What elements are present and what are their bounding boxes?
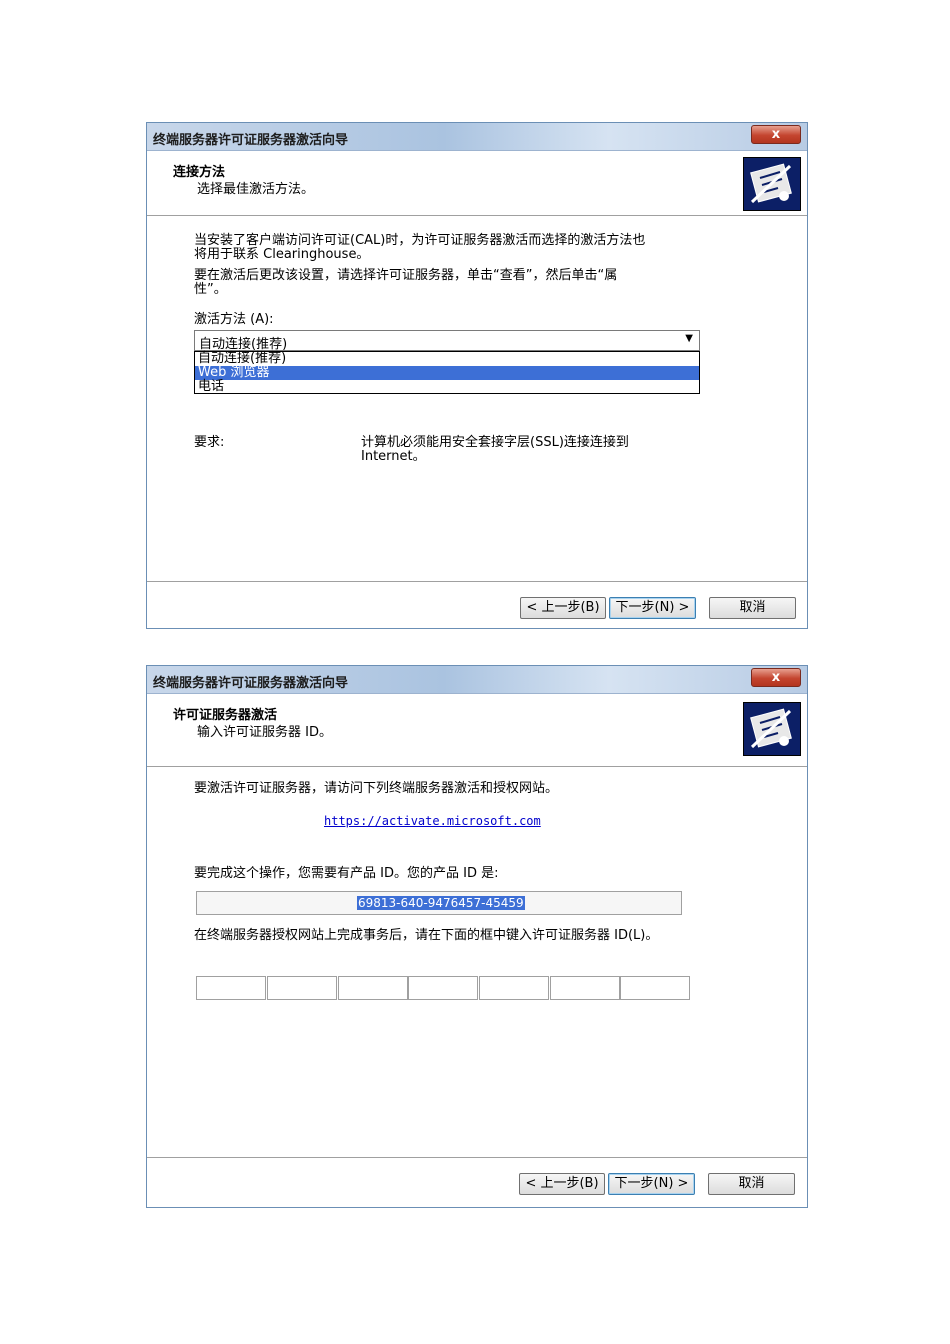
dropdown-arrow-icon[interactable]: ▼	[685, 333, 693, 344]
close-icon: x	[771, 670, 781, 685]
wizard-header: 连接方法 选择最佳激活方法。	[147, 151, 807, 216]
page-subtitle: 选择最佳激活方法。	[197, 182, 315, 197]
close-button[interactable]: x	[751, 125, 801, 144]
certificate-wizard-icon	[743, 702, 801, 756]
server-id-input-7[interactable]	[620, 976, 690, 1000]
option-auto-connect[interactable]: 自动连接(推荐)	[195, 352, 699, 366]
server-id-prompt: 在终端服务器授权网站上完成事务后，请在下面的框中键入许可证服务器 ID(L)。	[194, 928, 659, 943]
certificate-wizard-icon	[743, 157, 801, 211]
activation-url-link[interactable]: https://activate.microsoft.com	[324, 814, 541, 828]
activation-method-select[interactable]: 自动连接(推荐) ▼	[194, 330, 700, 352]
window-title: 终端服务器许可证服务器激活向导	[153, 676, 349, 691]
requirement-text-line1: 计算机必须能用安全套接字层(SSL)连接连接到	[361, 435, 629, 450]
window-title: 终端服务器许可证服务器激活向导	[153, 133, 349, 148]
footer-divider	[147, 1157, 807, 1158]
cal-info-line1: 当安装了客户端访问许可证(CAL)时，为许可证服务器激活而选择的激活方法也	[194, 233, 646, 248]
requirement-text-line2: Internet。	[361, 449, 426, 464]
cancel-button[interactable]: 取消	[708, 1173, 795, 1195]
server-id-input-3[interactable]	[338, 976, 408, 1000]
back-button[interactable]: < 上一步(B)	[519, 1173, 605, 1195]
visit-site-instruction: 要激活许可证服务器，请访问下列终端服务器激活和授权网站。	[194, 781, 559, 796]
title-bar[interactable]: 终端服务器许可证服务器激活向导 x	[147, 666, 807, 694]
next-button[interactable]: 下一步(N) >	[609, 597, 696, 619]
wizard-header: 许可证服务器激活 输入许可证服务器 ID。	[147, 694, 807, 767]
server-id-input-6[interactable]	[550, 976, 620, 1000]
server-id-input-4[interactable]	[408, 976, 478, 1000]
product-id-field[interactable]: 69813-640-9476457-45459	[196, 891, 682, 915]
page-subtitle: 输入许可证服务器 ID。	[197, 725, 332, 740]
change-setting-line2: 性”。	[194, 282, 227, 297]
product-id-prompt: 要完成这个操作，您需要有产品 ID。您的产品 ID 是:	[194, 866, 499, 881]
server-id-input-1[interactable]	[196, 976, 266, 1000]
back-button[interactable]: < 上一步(B)	[520, 597, 606, 619]
next-button[interactable]: 下一步(N) >	[608, 1173, 695, 1195]
change-setting-line1: 要在激活后更改该设置，请选择许可证服务器，单击“查看”，然后单击“属	[194, 268, 618, 283]
option-phone[interactable]: 电话	[195, 380, 699, 394]
activation-method-label: 激活方法 (A):	[194, 312, 274, 327]
server-id-input-5[interactable]	[479, 976, 549, 1000]
activation-wizard-dialog-server-id: 终端服务器许可证服务器激活向导 x 许可证服务器激活 输入许可证服务器 ID。 …	[146, 665, 808, 1208]
title-bar[interactable]: 终端服务器许可证服务器激活向导 x	[147, 123, 807, 151]
server-id-input-2[interactable]	[267, 976, 337, 1000]
footer-divider	[147, 581, 807, 582]
activation-wizard-dialog-connection-method: 终端服务器许可证服务器激活向导 x 连接方法 选择最佳激活方法。 当安装了客户端…	[146, 122, 808, 629]
product-id-value: 69813-640-9476457-45459	[357, 896, 525, 910]
cal-info-line2: 将用于联系 Clearinghouse。	[194, 247, 370, 262]
option-web-browser[interactable]: Web 浏览器	[195, 366, 699, 380]
close-button[interactable]: x	[751, 668, 801, 687]
selected-method: 自动连接(推荐)	[199, 337, 288, 352]
requirement-label: 要求:	[194, 435, 225, 450]
cancel-button[interactable]: 取消	[709, 597, 796, 619]
activation-method-dropdown-list: 自动连接(推荐) Web 浏览器 电话	[194, 351, 700, 394]
close-icon: x	[771, 127, 781, 142]
